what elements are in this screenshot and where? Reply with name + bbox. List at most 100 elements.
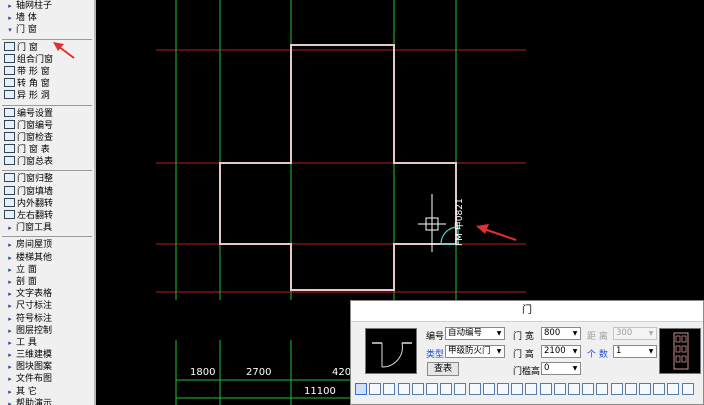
sidebar-item-12[interactable]: 门窗检查 (0, 131, 94, 144)
sidebar-item-28[interactable]: ▸ 符号标注 (0, 313, 94, 325)
sidebar-item-26[interactable]: ▸ 文字表格 (0, 288, 94, 300)
sidebar-item-label: 帮助演示 (16, 398, 53, 405)
sidebar-item-19[interactable]: 左右翻转 (0, 210, 94, 222)
sidebar-item-25[interactable]: ▸ 剖 面 (0, 276, 94, 288)
sidebar-item-1[interactable]: ▸ 墙 体 (0, 12, 94, 24)
door-type-e-icon[interactable] (539, 383, 552, 395)
sidebar-item-10[interactable]: 编号设置 (0, 107, 94, 120)
window-type-b-icon[interactable] (568, 383, 580, 395)
triangle-right-icon: ▸ (8, 363, 12, 372)
sidebar-item-33[interactable]: ▸ 文件布图 (0, 373, 94, 385)
chevron-down-icon[interactable]: ▼ (570, 346, 580, 357)
triangle-right-icon: ▸ (8, 375, 12, 384)
number-select[interactable]: 自动编号 ▼ (445, 327, 505, 340)
triangle-right-icon: ▸ (8, 2, 12, 10)
triangle-right-icon: ▸ (8, 326, 12, 335)
window-type-e-icon[interactable] (610, 383, 623, 395)
triangle-right-icon: ▸ (8, 253, 12, 262)
width-select[interactable]: 800 ▼ (541, 327, 581, 340)
sidebar-item-11[interactable]: 门窗编号 (0, 119, 94, 132)
triangle-down-icon: ▾ (8, 26, 12, 35)
sidebar-item-13[interactable]: 门 窗 表 (0, 144, 94, 156)
sidebar-item-16[interactable]: 门窗归整 (0, 173, 94, 185)
width-value: 800 (544, 328, 561, 338)
dim-label-total: 11100 (304, 386, 336, 397)
upper-floor-insert-icon[interactable] (426, 383, 438, 395)
sidebar-item-22[interactable]: ▸ 房间屋顶 (0, 239, 94, 251)
triangle-right-icon: ▸ (8, 387, 12, 396)
type-select[interactable]: 甲级防火门 ▼ (445, 345, 505, 358)
sidebar-item-18[interactable]: 内外翻转 (0, 197, 94, 210)
door-elevation-preview[interactable] (659, 328, 701, 374)
chevron-down-icon[interactable]: ▼ (646, 328, 656, 339)
menu-separator (2, 104, 92, 106)
sidebar-item-35[interactable]: ▸ 帮助演示 (0, 398, 94, 405)
door-plan-preview-icon (372, 342, 412, 368)
strip-window-icon (4, 65, 15, 75)
chevron-down-icon[interactable]: ▼ (494, 328, 504, 339)
corner-insert-icon[interactable] (411, 383, 424, 395)
sidebar-item-label: 转 角 窗 (17, 79, 50, 90)
sidebar-item-23[interactable]: ▸ 楼梯其他 (0, 252, 94, 264)
door-type-c-icon[interactable] (511, 383, 524, 395)
count-label: 个 数 (587, 350, 608, 360)
count-value: 1 (616, 346, 622, 356)
lookup-table-button[interactable]: 查表 (427, 362, 459, 376)
full-wall-insert-icon[interactable] (440, 383, 453, 395)
sill-select[interactable]: 0 ▼ (541, 362, 581, 375)
door-plan-preview[interactable] (365, 328, 417, 374)
sidebar-item-label: 其 它 (16, 386, 37, 397)
sidebar-item-24[interactable]: ▸ 立 面 (0, 264, 94, 276)
sidebar-item-label: 带 形 窗 (17, 66, 50, 77)
sidebar-item-30[interactable]: ▸ 工 具 (0, 337, 94, 349)
sidebar-item-label: 异 形 洞 (17, 91, 50, 102)
window-type-a-icon[interactable] (553, 383, 566, 395)
sidebar-item-2[interactable]: ▾ 门 窗 (0, 24, 94, 36)
red-axis-lines (156, 30, 526, 300)
corner-window-icon[interactable] (667, 383, 680, 395)
chevron-down-icon[interactable]: ▼ (570, 328, 580, 339)
sidebar-item-label: 门窗填墙 (17, 186, 54, 197)
equal-split-insert-icon[interactable] (383, 383, 396, 395)
door-window-table-icon (4, 144, 15, 154)
axis-split-insert-icon[interactable] (397, 383, 410, 395)
sidebar-item-34[interactable]: ▸ 其 它 (0, 386, 94, 398)
door-type-b-icon[interactable] (497, 383, 509, 395)
tarch-sidebar-menu: ▸ 轴网柱子 ▸ 墙 体 ▾ 门 窗门 窗组合门窗带 形 窗转 角 窗异 形 洞编号设置门… (0, 0, 96, 405)
distance-select[interactable]: 300 ▼ (613, 327, 657, 340)
distance-value: 300 (616, 328, 633, 338)
chevron-down-icon[interactable]: ▼ (570, 363, 580, 374)
door-opening-icon[interactable] (653, 383, 666, 395)
sidebar-item-29[interactable]: ▸ 图层控制 (0, 325, 94, 337)
arch-door-icon[interactable] (624, 383, 637, 395)
along-wall-insert-icon[interactable] (369, 383, 382, 395)
door-type-d-icon[interactable] (525, 383, 538, 395)
sidebar-item-label: 门窗编号 (17, 120, 54, 131)
window-type-d-icon[interactable] (596, 383, 609, 395)
replace-icon[interactable] (468, 383, 481, 395)
count-select[interactable]: 1 ▼ (613, 345, 657, 358)
window-type-c-icon[interactable] (582, 383, 595, 395)
sidebar-item-label: 门 窗 表 (17, 145, 50, 156)
special-icon[interactable] (681, 383, 694, 395)
chevron-down-icon[interactable]: ▼ (646, 346, 656, 357)
sidebar-item-17[interactable]: 门窗填墙 (0, 185, 94, 198)
sidebar-item-20[interactable]: ▸ 门窗工具 (0, 222, 94, 234)
height-select[interactable]: 2100 ▼ (541, 345, 581, 358)
sidebar-item-27[interactable]: ▸ 尺寸标注 (0, 300, 94, 312)
door-type-a-icon[interactable] (482, 383, 495, 395)
free-insert-icon[interactable] (355, 383, 367, 395)
sidebar-item-14[interactable]: 门窗总表 (0, 156, 94, 168)
sidebar-item-31[interactable]: ▸ 三维建模 (0, 349, 94, 361)
distance-label: 距 离 (587, 332, 608, 342)
rect-hole-icon[interactable] (639, 383, 651, 395)
chevron-down-icon[interactable]: ▼ (494, 346, 504, 357)
sidebar-item-8[interactable]: 异 形 洞 (0, 90, 94, 102)
menu-separator (2, 236, 92, 238)
sidebar-item-6[interactable]: 带 形 窗 (0, 65, 94, 78)
sidebar-item-32[interactable]: ▸ 图块图案 (0, 361, 94, 373)
batch-insert-icon[interactable] (454, 383, 467, 395)
sidebar-item-0[interactable]: ▸ 轴网柱子 (0, 0, 94, 12)
sidebar-item-7[interactable]: 转 角 窗 (0, 78, 94, 90)
dim-label-1800: 1800 (190, 367, 215, 378)
